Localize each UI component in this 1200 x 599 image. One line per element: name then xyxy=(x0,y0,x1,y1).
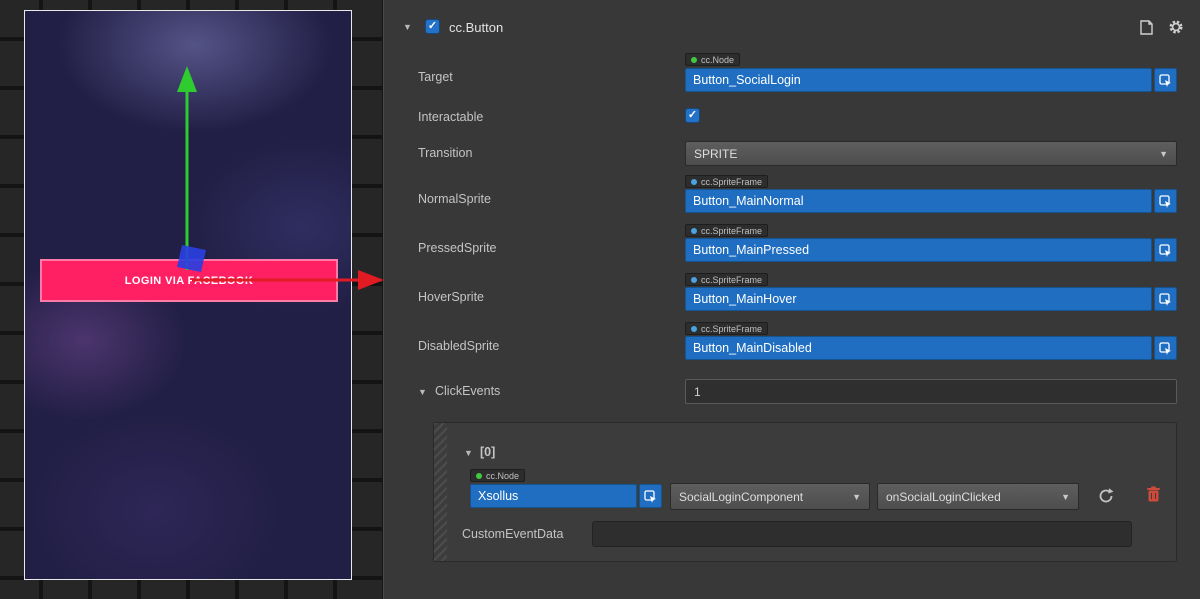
click-events-label: ClickEvents xyxy=(435,384,500,398)
gear-icon[interactable] xyxy=(1167,18,1185,36)
node-picker-icon xyxy=(644,490,657,503)
node-type-dot-icon xyxy=(476,473,482,479)
docs-icon[interactable] xyxy=(1138,19,1155,36)
node-picker-icon xyxy=(1159,293,1172,306)
hover-sprite-picker[interactable] xyxy=(1154,287,1177,311)
disabled-sprite-field[interactable]: Button_MainDisabled xyxy=(685,336,1177,360)
component-collapse-icon[interactable]: ▼ xyxy=(403,22,412,32)
pressed-sprite-field[interactable]: Button_MainPressed xyxy=(685,238,1177,262)
hover-sprite-label: HoverSprite xyxy=(418,290,484,304)
target-type-tag: cc.Node xyxy=(685,53,740,66)
normal-sprite-label: NormalSprite xyxy=(418,192,491,206)
pressed-sprite-type-tag: cc.SpriteFrame xyxy=(685,224,768,237)
node-type-dot-icon xyxy=(691,57,697,63)
event-component-dropdown[interactable]: SocialLoginComponent ▼ xyxy=(670,483,870,510)
transition-label: Transition xyxy=(418,146,472,160)
chevron-down-icon: ▼ xyxy=(1061,492,1070,502)
chevron-down-icon: ▼ xyxy=(852,492,861,502)
inspector-panel: ▼ ✓ cc.Button Target cc.Node Button_Soci… xyxy=(385,0,1200,599)
event-0-index-label: [0] xyxy=(480,445,495,459)
transition-dropdown[interactable]: SPRITE ▼ xyxy=(685,141,1177,166)
social-login-button-label: LOGIN VIA FACEBOOK xyxy=(125,275,253,287)
custom-event-data-label: CustomEventData xyxy=(462,527,563,541)
normal-sprite-type-tag: cc.SpriteFrame xyxy=(685,175,768,188)
spriteframe-type-dot-icon xyxy=(691,326,697,332)
component-title: cc.Button xyxy=(449,20,503,35)
drag-grip-icon[interactable] xyxy=(434,423,447,561)
target-label: Target xyxy=(418,70,453,84)
click-event-0-panel: ▼ [0] cc.Node Xsollus SocialLoginCompone… xyxy=(433,422,1177,562)
node-picker-icon xyxy=(1159,195,1172,208)
event-handler-dropdown[interactable]: onSocialLoginClicked ▼ xyxy=(877,483,1079,510)
hover-sprite-type-tag: cc.SpriteFrame xyxy=(685,273,768,286)
spriteframe-type-dot-icon xyxy=(691,228,697,234)
target-node-field[interactable]: Button_SocialLogin xyxy=(685,68,1177,92)
normal-sprite-picker[interactable] xyxy=(1154,189,1177,213)
disabled-sprite-picker[interactable] xyxy=(1154,336,1177,360)
event-0-collapse-icon[interactable]: ▼ xyxy=(464,448,473,458)
custom-event-data-input[interactable] xyxy=(592,521,1132,547)
click-events-collapse-icon[interactable]: ▼ xyxy=(418,387,427,397)
node-picker-icon xyxy=(1159,74,1172,87)
event-node-picker[interactable] xyxy=(639,484,662,508)
target-node-picker[interactable] xyxy=(1154,68,1177,92)
node-picker-icon xyxy=(1159,342,1172,355)
event-node-type-tag: cc.Node xyxy=(470,469,525,482)
social-login-button-node[interactable]: LOGIN VIA FACEBOOK xyxy=(40,259,338,302)
trash-icon[interactable] xyxy=(1146,486,1161,503)
interactable-checkbox[interactable]: ✓ xyxy=(685,108,700,123)
disabled-sprite-type-tag: cc.SpriteFrame xyxy=(685,322,768,335)
refresh-icon[interactable] xyxy=(1097,487,1115,505)
disabled-sprite-label: DisabledSprite xyxy=(418,339,499,353)
scene-viewport[interactable]: LOGIN VIA FACEBOOK xyxy=(0,0,384,599)
hover-sprite-field[interactable]: Button_MainHover xyxy=(685,287,1177,311)
click-events-count-field[interactable]: 1 xyxy=(685,379,1177,404)
chevron-down-icon: ▼ xyxy=(1159,149,1168,159)
interactable-label: Interactable xyxy=(418,110,483,124)
node-picker-icon xyxy=(1159,244,1172,257)
normal-sprite-field[interactable]: Button_MainNormal xyxy=(685,189,1177,213)
spriteframe-type-dot-icon xyxy=(691,277,697,283)
event-node-field[interactable]: Xsollus xyxy=(470,484,662,508)
spriteframe-type-dot-icon xyxy=(691,179,697,185)
pressed-sprite-label: PressedSprite xyxy=(418,241,497,255)
design-canvas[interactable]: LOGIN VIA FACEBOOK xyxy=(24,10,352,580)
pressed-sprite-picker[interactable] xyxy=(1154,238,1177,262)
component-enabled-checkbox[interactable]: ✓ xyxy=(425,19,440,34)
